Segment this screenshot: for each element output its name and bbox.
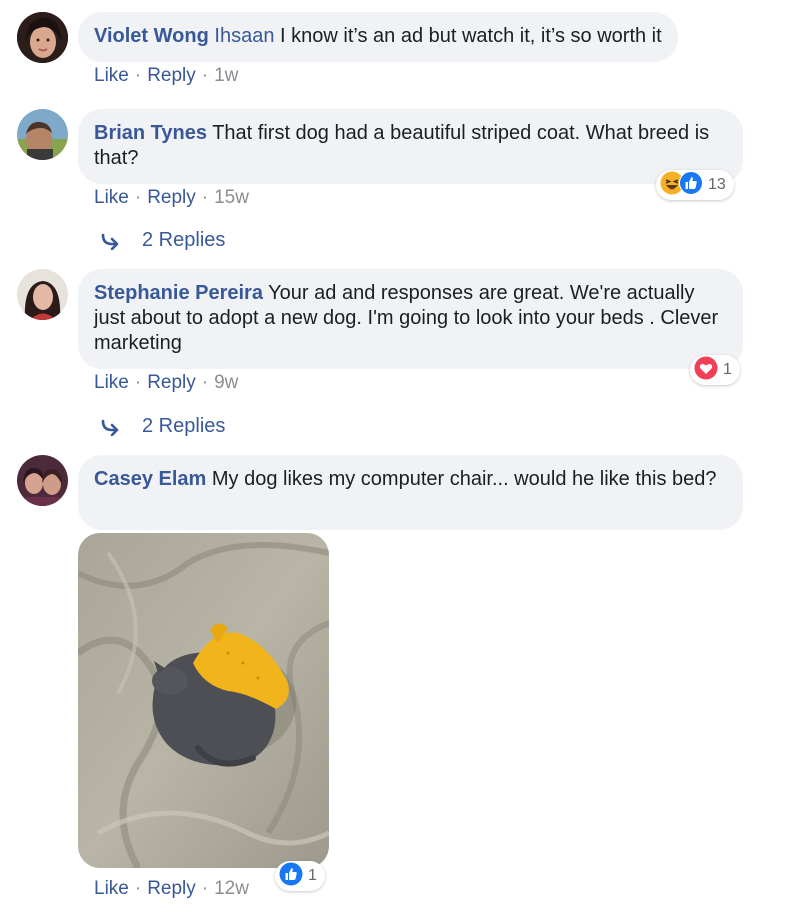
comment-text: My dog likes my computer chair... would … (211, 468, 717, 490)
comment-actions: Like · Reply · 9w (94, 372, 239, 393)
comment-author[interactable]: Casey Elam (94, 468, 206, 490)
reaction-count: 1 (723, 361, 732, 378)
avatar[interactable] (17, 12, 68, 63)
comment-timestamp[interactable]: 12w (214, 878, 249, 899)
reaction-summary[interactable]: 1 (275, 861, 325, 891)
like-button[interactable]: Like (94, 372, 129, 393)
love-icon (694, 356, 718, 385)
like-button[interactable]: Like (94, 187, 129, 208)
replies-count: 2 Replies (142, 229, 226, 251)
like-icon (679, 170, 703, 200)
like-icon (279, 862, 303, 891)
reaction-summary[interactable]: 13 (656, 170, 734, 200)
comment-actions: Like · Reply · 1w (94, 65, 239, 86)
reply-button[interactable]: Reply (147, 65, 196, 86)
mention-link[interactable]: Ihsaan (214, 25, 274, 47)
reply-button[interactable]: Reply (147, 878, 196, 899)
comment-author[interactable]: Brian Tynes (94, 122, 207, 144)
reaction-count: 13 (708, 176, 726, 193)
avatar[interactable] (17, 455, 68, 506)
comment-bubble: Stephanie Pereira Your ad and responses … (78, 269, 743, 369)
reply-button[interactable]: Reply (147, 372, 196, 393)
reaction-count: 1 (308, 867, 317, 884)
comment-actions: Like · Reply · 12w (94, 878, 249, 899)
reaction-summary[interactable]: 1 (690, 355, 740, 385)
avatar[interactable] (17, 269, 68, 320)
like-button[interactable]: Like (94, 878, 129, 899)
comment-timestamp[interactable]: 15w (214, 187, 249, 208)
replies-count: 2 Replies (142, 415, 226, 437)
comment-author[interactable]: Stephanie Pereira (94, 282, 263, 304)
avatar[interactable] (17, 109, 68, 160)
comment-timestamp[interactable]: 9w (214, 372, 238, 393)
comment-author[interactable]: Violet Wong (94, 25, 209, 47)
comment-bubble: Casey Elam My dog likes my computer chai… (78, 455, 743, 530)
like-button[interactable]: Like (94, 65, 129, 86)
reply-button[interactable]: Reply (147, 187, 196, 208)
comment-photo-attachment[interactable] (78, 533, 329, 868)
comment-bubble: Brian Tynes That first dog had a beautif… (78, 109, 743, 184)
comment-bubble: Violet Wong Ihsaan I know it’s an ad but… (78, 12, 678, 62)
comment-timestamp[interactable]: 1w (214, 65, 238, 86)
comment-text: I know it’s an ad but watch it, it’s so … (280, 25, 662, 47)
view-replies-link[interactable]: 2 Replies (100, 229, 225, 252)
comment-actions: Like · Reply · 15w (94, 187, 249, 208)
reply-arrow-icon (101, 233, 119, 250)
reply-arrow-icon (101, 419, 119, 436)
view-replies-link[interactable]: 2 Replies (100, 415, 225, 438)
